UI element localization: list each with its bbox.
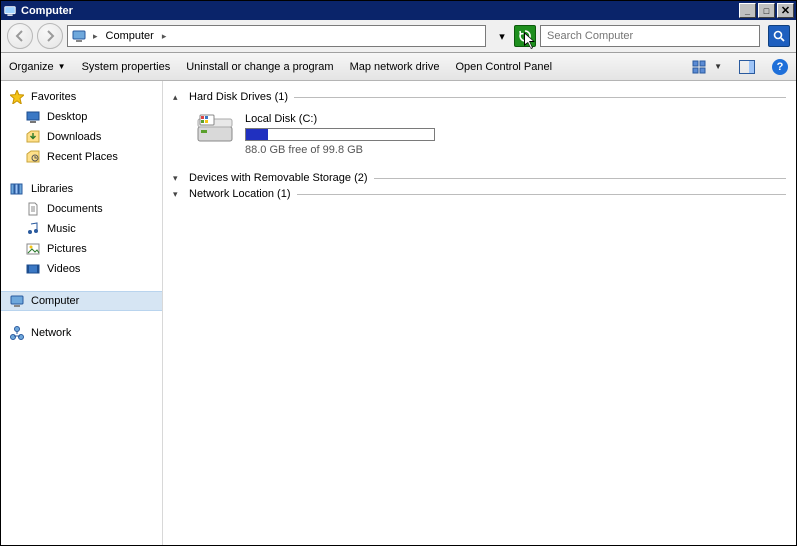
section-removable-storage[interactable]: ▾ Devices with Removable Storage (2) bbox=[173, 172, 786, 184]
view-options-button[interactable] bbox=[690, 58, 708, 76]
open-control-panel-button[interactable]: Open Control Panel bbox=[455, 61, 552, 73]
nav-item-label: Downloads bbox=[47, 131, 101, 143]
documents-icon bbox=[25, 201, 41, 217]
navigation-pane: Favorites Desktop Downloads Recent Place… bbox=[1, 81, 163, 545]
search-button[interactable] bbox=[768, 25, 790, 47]
drive-usage-bar bbox=[245, 128, 435, 141]
section-network-location[interactable]: ▾ Network Location (1) bbox=[173, 188, 786, 200]
drive-free-text: 88.0 GB free of 99.8 GB bbox=[245, 144, 435, 156]
recent-places-icon bbox=[25, 149, 41, 165]
address-history-dropdown[interactable]: ▾ bbox=[494, 26, 510, 46]
nav-item-label: Recent Places bbox=[47, 151, 118, 163]
back-button[interactable] bbox=[7, 23, 33, 49]
nav-music[interactable]: Music bbox=[1, 219, 162, 239]
nav-computer[interactable]: Computer bbox=[1, 291, 162, 311]
expand-icon: ▾ bbox=[173, 189, 183, 200]
nav-pictures[interactable]: Pictures bbox=[1, 239, 162, 259]
nav-recent-places[interactable]: Recent Places bbox=[1, 147, 162, 167]
chevron-right-icon[interactable]: ▸ bbox=[91, 31, 100, 42]
refresh-button[interactable] bbox=[514, 25, 536, 47]
nav-videos[interactable]: Videos bbox=[1, 259, 162, 279]
collapse-icon: ▴ bbox=[173, 92, 183, 103]
map-network-drive-button[interactable]: Map network drive bbox=[350, 61, 440, 73]
libraries-icon bbox=[9, 181, 25, 197]
nav-item-label: Documents bbox=[47, 203, 103, 215]
computer-icon bbox=[9, 293, 25, 309]
nav-desktop[interactable]: Desktop bbox=[1, 107, 162, 127]
system-properties-button[interactable]: System properties bbox=[82, 61, 171, 73]
navigation-bar: ▸ Computer ▸ ▾ bbox=[1, 20, 796, 53]
nav-label: Libraries bbox=[31, 183, 73, 195]
section-label: Devices with Removable Storage (2) bbox=[189, 172, 368, 184]
computer-icon bbox=[3, 4, 17, 18]
downloads-icon bbox=[25, 129, 41, 145]
chevron-right-icon[interactable]: ▸ bbox=[160, 31, 169, 42]
nav-item-label: Desktop bbox=[47, 111, 87, 123]
window-title: Computer bbox=[21, 5, 737, 17]
nav-item-label: Videos bbox=[47, 263, 80, 275]
pictures-icon bbox=[25, 241, 41, 257]
favorites-header[interactable]: Favorites bbox=[1, 87, 162, 107]
maximize-button[interactable]: □ bbox=[758, 3, 775, 18]
section-hard-disk-drives[interactable]: ▴ Hard Disk Drives (1) bbox=[173, 91, 786, 103]
hard-disk-icon bbox=[195, 113, 235, 145]
cmd-label: Organize bbox=[9, 61, 54, 73]
nav-downloads[interactable]: Downloads bbox=[1, 127, 162, 147]
drive-local-disk-c[interactable]: Local Disk (C:) 88.0 GB free of 99.8 GB bbox=[173, 107, 786, 168]
search-box[interactable] bbox=[540, 25, 760, 47]
network-icon bbox=[9, 325, 25, 341]
chevron-down-icon[interactable]: ▼ bbox=[714, 62, 722, 71]
nav-label: Favorites bbox=[31, 91, 76, 103]
organize-menu[interactable]: Organize ▼ bbox=[9, 61, 66, 73]
forward-button[interactable] bbox=[37, 23, 63, 49]
libraries-header[interactable]: Libraries bbox=[1, 179, 162, 199]
music-icon bbox=[25, 221, 41, 237]
breadcrumb-location[interactable]: Computer bbox=[104, 30, 156, 42]
nav-item-label: Music bbox=[47, 223, 76, 235]
nav-documents[interactable]: Documents bbox=[1, 199, 162, 219]
section-label: Network Location (1) bbox=[189, 188, 291, 200]
drive-name: Local Disk (C:) bbox=[245, 113, 435, 125]
nav-item-label: Pictures bbox=[47, 243, 87, 255]
desktop-icon bbox=[25, 109, 41, 125]
computer-crumb-icon bbox=[71, 28, 87, 44]
star-icon bbox=[9, 89, 25, 105]
nav-label: Network bbox=[31, 327, 71, 339]
search-input[interactable] bbox=[541, 30, 759, 42]
expand-icon: ▾ bbox=[173, 173, 183, 184]
nav-label: Computer bbox=[31, 295, 79, 307]
nav-network[interactable]: Network bbox=[1, 323, 162, 343]
close-button[interactable]: ✕ bbox=[777, 3, 794, 18]
chevron-down-icon: ▼ bbox=[58, 62, 66, 71]
content-area: ▴ Hard Disk Drives (1) Local Disk (C:) 8… bbox=[163, 81, 796, 545]
help-button[interactable]: ? bbox=[772, 59, 788, 75]
videos-icon bbox=[25, 261, 41, 277]
address-bar[interactable]: ▸ Computer ▸ bbox=[67, 25, 486, 47]
uninstall-program-button[interactable]: Uninstall or change a program bbox=[186, 61, 333, 73]
preview-pane-button[interactable] bbox=[738, 58, 756, 76]
title-bar: Computer _ □ ✕ bbox=[1, 1, 796, 20]
minimize-button[interactable]: _ bbox=[739, 3, 756, 18]
command-bar: Organize ▼ System properties Uninstall o… bbox=[1, 53, 796, 81]
section-label: Hard Disk Drives (1) bbox=[189, 91, 288, 103]
